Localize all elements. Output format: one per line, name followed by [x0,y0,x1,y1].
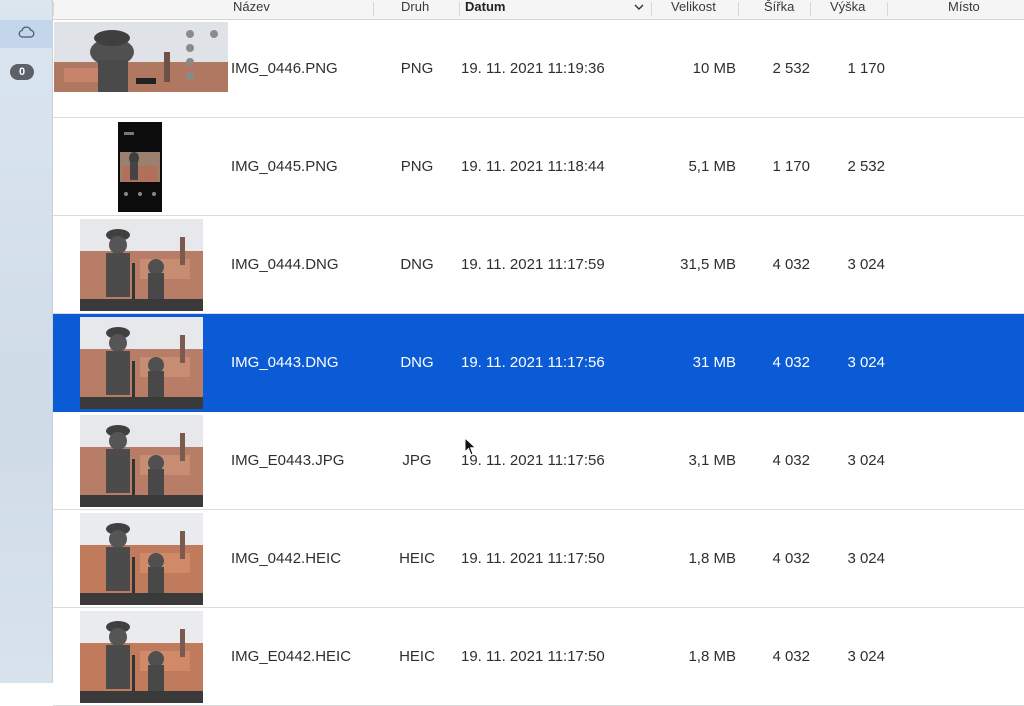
file-kind: JPG [402,452,432,469]
image-height: 3 024 [847,648,885,665]
sidebar-item-icloud[interactable] [0,20,52,48]
thumbnail-image [118,122,162,212]
image-height: 3 024 [847,452,885,469]
file-size: 3,1 MB [688,452,736,469]
file-date: 19. 11. 2021 11:17:56 [461,452,605,469]
column-header-name[interactable]: Název [233,0,270,19]
file-size: 10 MB [692,60,736,77]
file-size: 31,5 MB [680,256,736,273]
column-header-kind[interactable]: Druh [401,0,429,19]
table-row[interactable]: IMG_E0443.JPG JPG 19. 11. 2021 11:17:56 … [53,412,1024,510]
column-divider [810,2,811,16]
thumbnail-image [80,415,203,507]
file-name: IMG_0442.HEIC [231,550,342,567]
column-header-width[interactable]: Šířka [764,0,794,19]
thumbnail-image [80,317,203,409]
count-badge: 0 [10,64,34,80]
column-divider [459,2,460,16]
column-divider [53,2,54,16]
image-width: 4 032 [772,354,810,371]
file-date: 19. 11. 2021 11:17:56 [461,354,605,371]
file-kind: DNG [400,256,434,273]
file-name: IMG_0446.PNG [231,60,338,77]
column-header-size[interactable]: Velikost [671,0,716,19]
sidebar: 0 [0,0,53,683]
file-date: 19. 11. 2021 11:17:50 [461,550,605,567]
file-kind: DNG [400,354,434,371]
file-name: IMG_0444.DNG [231,256,339,273]
chevron-down-icon[interactable] [633,0,645,17]
table-row[interactable]: IMG_0442.HEIC HEIC 19. 11. 2021 11:17:50… [53,510,1024,608]
column-header-date[interactable]: Datum [465,0,505,19]
column-header-location[interactable]: Místo [948,0,980,19]
file-date: 19. 11. 2021 11:19:36 [461,60,605,77]
column-divider [738,2,739,16]
table-row[interactable]: IMG_E0442.HEIC HEIC 19. 11. 2021 11:17:5… [53,608,1024,706]
file-date: 19. 11. 2021 11:17:50 [461,648,605,665]
thumbnail-image [54,22,228,92]
table-row[interactable]: IMG_0446.PNG PNG 19. 11. 2021 11:19:36 1… [53,20,1024,118]
file-size: 5,1 MB [688,158,736,175]
image-width: 1 170 [772,158,810,175]
image-width: 4 032 [772,648,810,665]
file-size: 1,8 MB [688,550,736,567]
image-height: 3 024 [847,354,885,371]
column-divider [651,2,652,16]
file-size: 31 MB [692,354,736,371]
image-height: 3 024 [847,550,885,567]
file-date: 19. 11. 2021 11:18:44 [461,158,605,175]
file-kind: HEIC [399,648,435,665]
cloud-icon [17,25,35,43]
file-date: 19. 11. 2021 11:17:59 [461,256,605,273]
table-row[interactable]: IMG_0445.PNG PNG 19. 11. 2021 11:18:44 5… [53,118,1024,216]
image-width: 4 032 [772,452,810,469]
file-name: IMG_E0442.HEIC [231,648,352,665]
file-name: IMG_E0443.JPG [231,452,345,469]
image-width: 4 032 [772,550,810,567]
file-kind: PNG [400,60,434,77]
file-name: IMG_0443.DNG [231,354,339,371]
image-height: 3 024 [847,256,885,273]
image-height: 1 170 [847,60,885,77]
image-height: 2 532 [847,158,885,175]
file-size: 1,8 MB [688,648,736,665]
mouse-pointer-icon [464,436,478,462]
column-divider [887,2,888,16]
thumbnail-image [80,513,203,605]
thumbnail-image [80,219,203,311]
table-row-selected[interactable]: IMG_0443.DNG DNG 19. 11. 2021 11:17:56 3… [53,314,1024,412]
column-header: Název Druh Datum Velikost Šířka Výška Mí… [53,0,1024,20]
thumbnail-image [80,611,203,703]
file-name: IMG_0445.PNG [231,158,338,175]
file-kind: HEIC [399,550,435,567]
column-header-height[interactable]: Výška [830,0,865,19]
file-kind: PNG [400,158,434,175]
table-row[interactable]: IMG_0444.DNG DNG 19. 11. 2021 11:17:59 3… [53,216,1024,314]
image-width: 4 032 [772,256,810,273]
image-width: 2 532 [772,60,810,77]
column-divider [373,2,374,16]
